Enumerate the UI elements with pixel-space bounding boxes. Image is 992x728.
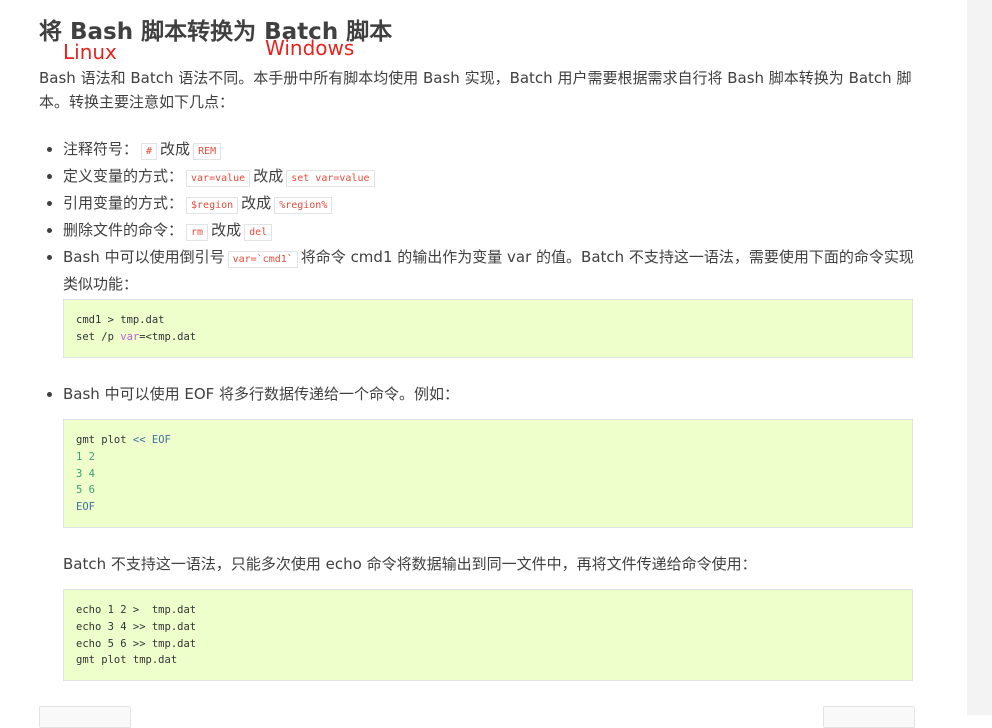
point-text: Bash 中可以使用倒引号: [63, 248, 225, 266]
point-sep: 改成: [211, 221, 242, 239]
list-item: Bash 中可以使用 EOF 将多行数据传递给一个命令。例如：: [63, 382, 459, 407]
inline-code: %region%: [274, 197, 333, 214]
code-line: =<tmp.dat: [139, 330, 197, 343]
intro-paragraph: Bash 语法和 Batch 语法不同。本手册中所有脚本均使用 Bash 实现，…: [39, 69, 912, 111]
code-block: cmd1 > tmp.dat set /p var=<tmp.dat: [63, 299, 913, 358]
point-label: 注释符号：: [63, 140, 139, 158]
conversion-list-2: Bash 中可以使用 EOF 将多行数据传递给一个命令。例如：: [39, 382, 459, 407]
point-label: 引用变量的方式：: [63, 194, 184, 212]
code-line: echo 3 4 >> tmp.dat: [76, 620, 197, 633]
code-line: cmd1 > tmp.dat: [76, 314, 165, 326]
inline-code: #: [141, 143, 158, 160]
code-block: echo 1 2 > tmp.dat echo 3 4 >> tmp.dat e…: [63, 589, 913, 681]
code-line: gmt plot tmp.dat: [76, 654, 178, 667]
point-label: 定义变量的方式：: [63, 167, 184, 185]
list-item: 删除文件的命令：rm改成del: [63, 218, 919, 245]
inline-code: set var=value: [286, 170, 375, 187]
previous-button[interactable]: [39, 706, 131, 728]
annotation-linux: Linux: [63, 40, 117, 64]
code-line: 5 6: [76, 484, 95, 497]
inline-code: var=value: [186, 170, 251, 187]
code-line: 1 2: [76, 450, 95, 463]
code-line: gmt plot: [76, 434, 133, 446]
inline-code: var=`cmd1`: [227, 251, 298, 268]
inline-code: REM: [193, 143, 222, 160]
point-sep: 改成: [160, 140, 191, 158]
list-item: 定义变量的方式：var=value改成set var=value: [63, 164, 919, 191]
point-sep: 改成: [241, 194, 272, 212]
code-block: gmt plot << EOF 1 2 3 4 5 6 EOF: [63, 419, 913, 528]
batch-paragraph: Batch 不支持这一语法，只能多次使用 echo 命令将数据输出到同一文件中，…: [63, 555, 757, 573]
inline-code: rm: [186, 224, 209, 241]
next-button[interactable]: [823, 706, 915, 728]
list-item: Bash 中可以使用倒引号var=`cmd1`将命令 cmd1 的输出作为变量 …: [63, 245, 919, 297]
conversion-list: 注释符号：#改成REM 定义变量的方式：var=value改成set var=v…: [39, 137, 919, 297]
point-sep: 改成: [253, 167, 284, 185]
code-line: 3 4: [76, 467, 95, 480]
code-heredoc: << EOF: [132, 434, 171, 446]
code-line: echo 5 6 >> tmp.dat: [76, 637, 197, 650]
code-line: echo 1 2 > tmp.dat: [76, 604, 197, 616]
inline-code: $region: [186, 197, 239, 214]
scrollbar[interactable]: [967, 0, 992, 715]
code-line: EOF: [76, 501, 95, 514]
list-item: 引用变量的方式：$region改成%region%: [63, 191, 919, 218]
code-line: set /p: [76, 330, 121, 343]
annotation-windows: Windows: [265, 36, 355, 60]
inline-code: del: [244, 224, 273, 241]
code-var: var: [120, 330, 140, 343]
point-label: 删除文件的命令：: [63, 221, 184, 239]
list-item: 注释符号：#改成REM: [63, 137, 919, 164]
